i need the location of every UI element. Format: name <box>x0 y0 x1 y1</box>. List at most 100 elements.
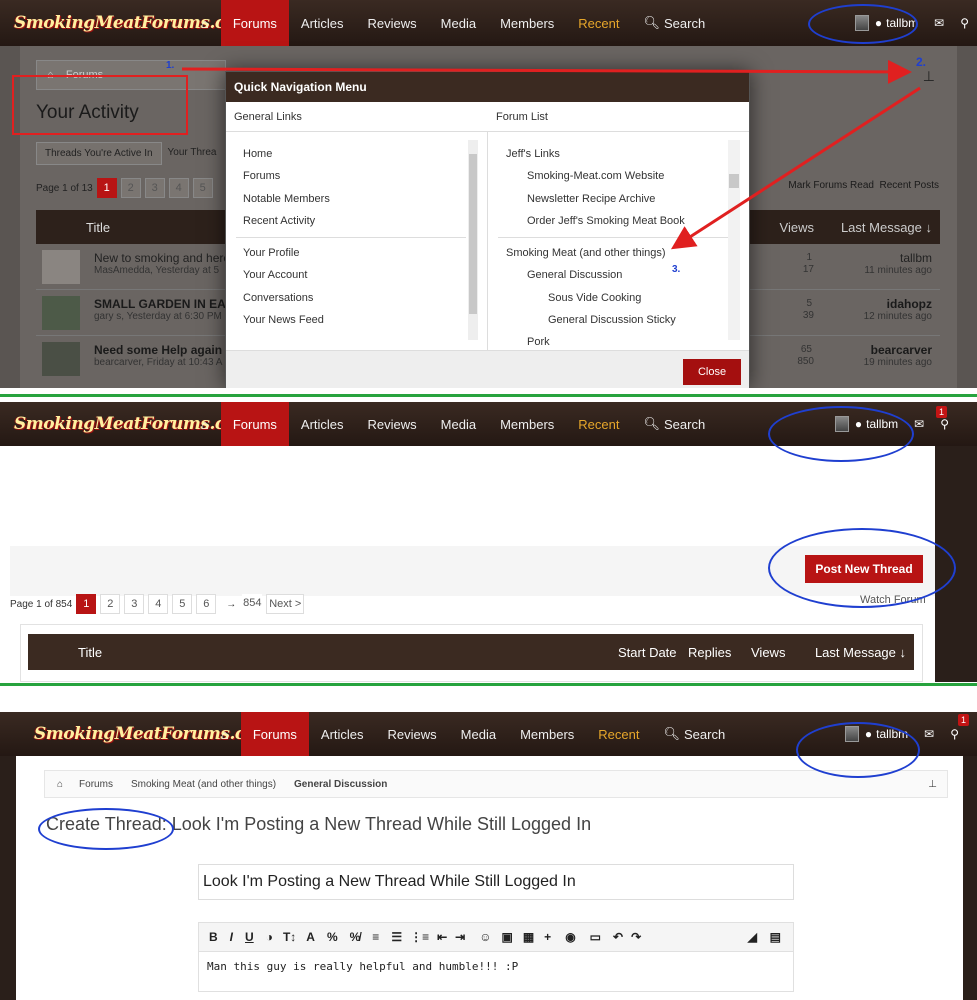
nav-members[interactable]: Members <box>488 402 566 446</box>
source-icon[interactable]: ▤ <box>770 930 781 944</box>
tab-your-threads[interactable]: Your Threa <box>162 142 223 165</box>
underline-icon[interactable]: U <box>245 930 254 944</box>
thread-title-input[interactable]: Look I'm Posting a New Thread While Stil… <box>198 864 794 900</box>
nav-recent[interactable]: Recent <box>566 402 631 446</box>
page-2[interactable]: 2 <box>120 178 141 198</box>
page-5[interactable]: 5 <box>192 178 213 198</box>
insert-icon[interactable]: + <box>544 930 551 944</box>
unlink-icon[interactable]: %̸ <box>350 930 361 944</box>
location-icon[interactable]: ⚲ <box>952 0 977 46</box>
save-icon[interactable]: ▭ <box>590 930 601 944</box>
mark-forums-read-link[interactable]: Mark Forums Read <box>788 180 874 191</box>
breadcrumb-forums[interactable]: Forums <box>79 779 113 790</box>
page-last[interactable]: 854 <box>242 594 263 614</box>
nav-forums[interactable]: Forums <box>220 402 289 446</box>
forum-scrollbar[interactable] <box>728 140 740 340</box>
forum-website[interactable]: Smoking-Meat.com Website <box>527 170 664 182</box>
col-last-message[interactable]: Last Message ↓ <box>841 220 932 235</box>
font-icon[interactable]: A <box>306 930 315 944</box>
undo-icon[interactable]: ↶ <box>613 930 623 944</box>
page-2[interactable]: 2 <box>100 594 121 614</box>
forum-smoking-meat[interactable]: Smoking Meat (and other things) <box>506 247 666 259</box>
nav-reviews[interactable]: Reviews <box>376 712 449 756</box>
forum-newsletter[interactable]: Newsletter Recipe Archive <box>527 193 655 205</box>
row-last-user[interactable]: tallbm <box>900 251 932 265</box>
nav-articles[interactable]: Articles <box>289 402 356 446</box>
page-6[interactable]: 6 <box>196 594 217 614</box>
link-icon[interactable]: % <box>327 930 338 944</box>
page-4[interactable]: 4 <box>148 594 169 614</box>
redo-icon[interactable]: ↷ <box>631 930 641 944</box>
col-start-date[interactable]: Start Date <box>618 645 677 660</box>
outdent-icon[interactable]: ⇤ <box>437 930 447 944</box>
col-replies[interactable]: Replies <box>688 645 731 660</box>
nav-search[interactable]: 🔍︎ Search <box>651 712 737 756</box>
editor-body[interactable]: Man this guy is really helpful and humbl… <box>198 952 794 992</box>
site-logo[interactable]: SmokingMeatForums.com <box>14 414 254 434</box>
eraser-icon[interactable]: ◢ <box>748 930 757 944</box>
breadcrumb-general-discussion[interactable]: General Discussion <box>294 779 387 790</box>
page-3[interactable]: 3 <box>124 594 145 614</box>
site-logo[interactable]: SmokingMeatForums.com <box>34 724 274 744</box>
recent-posts-link[interactable]: Recent Posts <box>880 180 939 191</box>
smiley-icon[interactable]: ☺ <box>479 930 491 944</box>
link-your-profile[interactable]: Your Profile <box>243 247 299 259</box>
forum-sous-vide[interactable]: Sous Vide Cooking <box>548 292 641 304</box>
bullet-list-icon[interactable]: ☰ <box>391 930 402 944</box>
numbered-list-icon[interactable]: ⋮≡ <box>410 930 429 944</box>
alert-badge[interactable]: 1 <box>957 714 969 726</box>
breadcrumb-smoking-meat[interactable]: Smoking Meat (and other things) <box>131 779 276 790</box>
nav-articles[interactable]: Articles <box>289 0 356 46</box>
forum-gd-sticky[interactable]: General Discussion Sticky <box>548 314 676 326</box>
font-size-icon[interactable]: T↕ <box>283 930 296 944</box>
link-recent-activity[interactable]: Recent Activity <box>243 215 315 227</box>
close-button[interactable]: Close <box>683 359 741 385</box>
nav-media[interactable]: Media <box>449 712 508 756</box>
col-views[interactable]: Views <box>751 645 785 660</box>
nav-forums[interactable]: Forums <box>220 0 289 46</box>
color-icon[interactable]: ◑ <box>266 930 273 944</box>
thread-title[interactable]: SMALL GARDEN IN EAS <box>94 297 234 311</box>
thread-title[interactable]: New to smoking and here <box>94 251 230 265</box>
nav-search[interactable]: 🔍︎ Search <box>631 0 717 46</box>
camera-icon[interactable]: ◉ <box>565 930 575 944</box>
link-your-account[interactable]: Your Account <box>243 269 307 281</box>
alert-badge[interactable]: 1 <box>935 406 947 418</box>
sitemap-icon[interactable]: ⊥ <box>928 779 937 790</box>
forum-general-discussion[interactable]: General Discussion <box>527 269 622 281</box>
forum-order-book[interactable]: Order Jeff's Smoking Meat Book <box>527 215 685 227</box>
page-3[interactable]: 3 <box>144 178 165 198</box>
nav-search[interactable]: 🔍︎ Search <box>631 402 717 446</box>
site-logo[interactable]: SmokingMeatForums.com <box>14 13 254 33</box>
nav-recent[interactable]: Recent <box>566 0 631 46</box>
bold-icon[interactable]: B <box>209 930 218 944</box>
italic-icon[interactable]: I <box>230 930 233 944</box>
link-conversations[interactable]: Conversations <box>243 292 313 304</box>
nav-reviews[interactable]: Reviews <box>356 0 429 46</box>
page-5[interactable]: 5 <box>172 594 193 614</box>
link-home[interactable]: Home <box>243 148 272 160</box>
general-scrollbar[interactable] <box>468 140 478 340</box>
nav-recent[interactable]: Recent <box>586 712 651 756</box>
row-last-user[interactable]: bearcarver <box>871 343 932 357</box>
col-last-message[interactable]: Last Message ↓ <box>815 645 906 660</box>
nav-reviews[interactable]: Reviews <box>356 402 429 446</box>
nav-media[interactable]: Media <box>429 402 488 446</box>
link-notable-members[interactable]: Notable Members <box>243 193 330 205</box>
image-icon[interactable]: ▣ <box>501 930 512 944</box>
nav-articles[interactable]: Articles <box>309 712 376 756</box>
forum-jeffs-links[interactable]: Jeff's Links <box>506 148 560 160</box>
next-button[interactable]: Next > <box>266 594 305 614</box>
home-icon[interactable]: ⌂ <box>189 0 221 46</box>
link-forums[interactable]: Forums <box>243 170 280 182</box>
mail-icon[interactable]: ✉ <box>926 0 952 46</box>
link-news-feed[interactable]: Your News Feed <box>243 314 324 326</box>
page-1[interactable]: 1 <box>76 594 97 614</box>
page-1[interactable]: 1 <box>96 178 117 198</box>
home-icon[interactable]: ⌂ <box>189 402 221 446</box>
row-last-user[interactable]: idahopz <box>887 297 932 311</box>
align-icon[interactable]: ≡ <box>372 930 379 944</box>
home-icon[interactable]: ⌂ <box>209 712 241 756</box>
tab-threads-active[interactable]: Threads You're Active In <box>36 142 162 165</box>
thread-title[interactable]: Need some Help again fo <box>94 343 237 357</box>
